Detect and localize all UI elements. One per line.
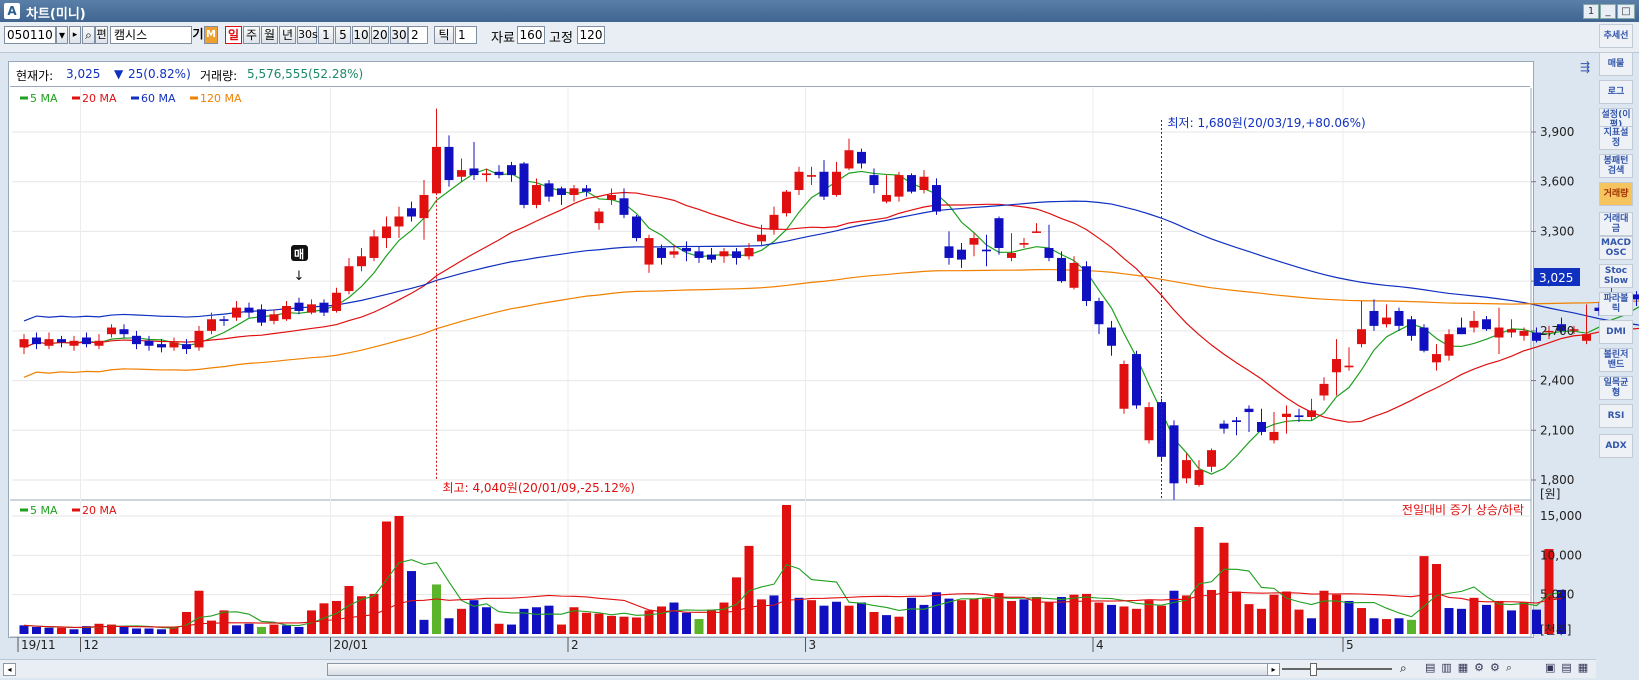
volume-tick-label: 5,000: [1540, 588, 1574, 602]
price-tick-label: 2,400: [1540, 374, 1574, 388]
tool-7[interactable]: 거래대금: [1599, 212, 1633, 236]
price-tick-label: 3,000: [1540, 274, 1574, 288]
date-tick-label: 20/01: [334, 638, 369, 652]
gi-badge: 기: [192, 27, 204, 41]
scroll-right-button[interactable]: ▸: [1267, 663, 1280, 676]
minimize-button[interactable]: _: [1600, 4, 1616, 19]
current-price-tag-label: 3,025: [1539, 271, 1573, 285]
volume-bar: [1557, 589, 1566, 634]
date-tick-label: 19/11: [21, 638, 56, 652]
period-30s[interactable]: 30s: [297, 26, 318, 44]
pin-button[interactable]: 1: [1583, 4, 1599, 19]
tool-12[interactable]: 볼린저밴드: [1599, 348, 1633, 372]
code-dropdown-button[interactable]: ▾: [56, 26, 68, 44]
volume-tick-label: 10,000: [1540, 548, 1582, 562]
magnifier-icon: ⌕: [85, 28, 92, 42]
indicator-toolbar: 추세선 매물 로그 설정(이평) 지표설정 봉패턴검색 거래량 거래대금 MACD OSC Sto…: [1598, 24, 1636, 674]
candle-body: [1569, 329, 1579, 331]
view-tool-icons[interactable]: ▤▥▦⚙⚙⌕: [1425, 661, 1518, 675]
price-change-value: 25(0.82%): [128, 67, 191, 81]
data-count-label: 자료: [491, 31, 515, 46]
tick-input[interactable]: 1: [455, 26, 477, 44]
volume-unit-label: [천주]: [1540, 622, 1571, 637]
period-month[interactable]: 월: [261, 26, 278, 44]
tool-2[interactable]: 로그: [1599, 80, 1633, 104]
price-tick-label: 3,600: [1540, 175, 1574, 189]
volume-tick-label: 15,000: [1540, 509, 1582, 523]
date-tick-label: 2: [571, 638, 579, 652]
tool-6[interactable]: 거래량: [1599, 182, 1633, 206]
period-1min[interactable]: 1: [318, 26, 334, 44]
tool-4[interactable]: 지표설정: [1599, 126, 1633, 150]
price-tick-label: 3,300: [1540, 224, 1574, 238]
window-title: 차트(미니): [26, 7, 86, 22]
period-20min[interactable]: 20: [371, 26, 389, 44]
fixed-input[interactable]: 120: [577, 26, 605, 44]
price-info-bar: 현재가: 3,025 ▼ 25(0.82%) 거래량: 5,576,555(52…: [10, 62, 1530, 87]
data-count-input[interactable]: 160: [517, 26, 545, 44]
maximize-button[interactable]: □: [1617, 4, 1635, 19]
candle-body: [1557, 324, 1566, 331]
tool-0[interactable]: 추세선: [1599, 24, 1633, 48]
volume-label: 거래량:: [200, 69, 238, 83]
date-tick-label: 3: [809, 638, 817, 652]
price-tick-label: 3,900: [1540, 125, 1574, 139]
layout-tool-icons[interactable]: ▣▤▦: [1545, 661, 1594, 674]
period-custom-input[interactable]: 2: [408, 26, 428, 44]
current-price-label: 현재가:: [16, 69, 54, 83]
period-5min[interactable]: 5: [335, 26, 351, 44]
volume-bar: [1544, 549, 1554, 634]
search-button[interactable]: ⌕: [82, 26, 95, 44]
zoom-icon[interactable]: ⌕: [1400, 661, 1407, 676]
tool-9[interactable]: Stoc Slow: [1599, 264, 1633, 288]
chart-panel: [8, 61, 1534, 638]
app-logo-icon: A: [4, 3, 20, 19]
period-10min[interactable]: 10: [352, 26, 370, 44]
volume-value: 5,576,555(52.28%): [247, 67, 364, 81]
date-tick-label: 5: [1346, 638, 1354, 652]
period-30min[interactable]: 30: [390, 26, 408, 44]
price-tick-label: 2,100: [1540, 423, 1574, 437]
price-unit-label: [원]: [1540, 487, 1560, 501]
zoom-slider-handle[interactable]: [1310, 663, 1317, 676]
next-stock-button[interactable]: ▸: [69, 26, 81, 44]
stock-name-field: 캠시스: [110, 26, 192, 44]
current-price-value: 3,025: [66, 67, 101, 81]
scroll-thumb[interactable]: [327, 663, 1269, 676]
candle-body: [1544, 330, 1554, 333]
tool-1[interactable]: 매물: [1599, 52, 1633, 76]
chart-scrollbar[interactable]: ◂ ▸ ⌕ ▤▥▦⚙⚙⌕ ▣▤▦: [0, 659, 1596, 678]
tool-15[interactable]: ADX: [1599, 434, 1633, 458]
edit-button[interactable]: 편: [95, 26, 108, 44]
tool-14[interactable]: RSI: [1599, 404, 1633, 428]
tool-13[interactable]: 일목균형: [1599, 376, 1633, 400]
tool-8[interactable]: MACD OSC: [1599, 236, 1633, 260]
period-day[interactable]: 일: [225, 26, 242, 44]
m-badge[interactable]: M: [204, 26, 218, 44]
date-tick-label: 12: [84, 638, 99, 652]
tool-5[interactable]: 봉패턴검색: [1599, 154, 1633, 178]
price-tick-label: 1,800: [1540, 473, 1574, 487]
period-year[interactable]: 년: [279, 26, 296, 44]
stock-code-input[interactable]: 050110: [4, 26, 56, 44]
scroll-left-button[interactable]: ◂: [3, 663, 16, 676]
price-tick-label: 2,700: [1540, 324, 1574, 338]
current-price-tag: [1534, 268, 1580, 286]
date-tick-label: 4: [1096, 638, 1104, 652]
candle-body: [1582, 334, 1591, 341]
chart-settings-icon[interactable]: ⇶: [1580, 60, 1590, 74]
zoom-slider-track[interactable]: [1282, 668, 1392, 670]
tick-button[interactable]: 틱: [434, 26, 454, 44]
period-week[interactable]: 주: [243, 26, 260, 44]
fixed-label: 고정: [549, 31, 573, 46]
title-bar: A 차트(미니) 1 _ □: [0, 0, 1639, 22]
down-arrow-icon: ▼: [114, 67, 124, 81]
tool-10[interactable]: 파라볼릭: [1599, 292, 1633, 316]
tool-11[interactable]: DMI: [1599, 320, 1633, 344]
